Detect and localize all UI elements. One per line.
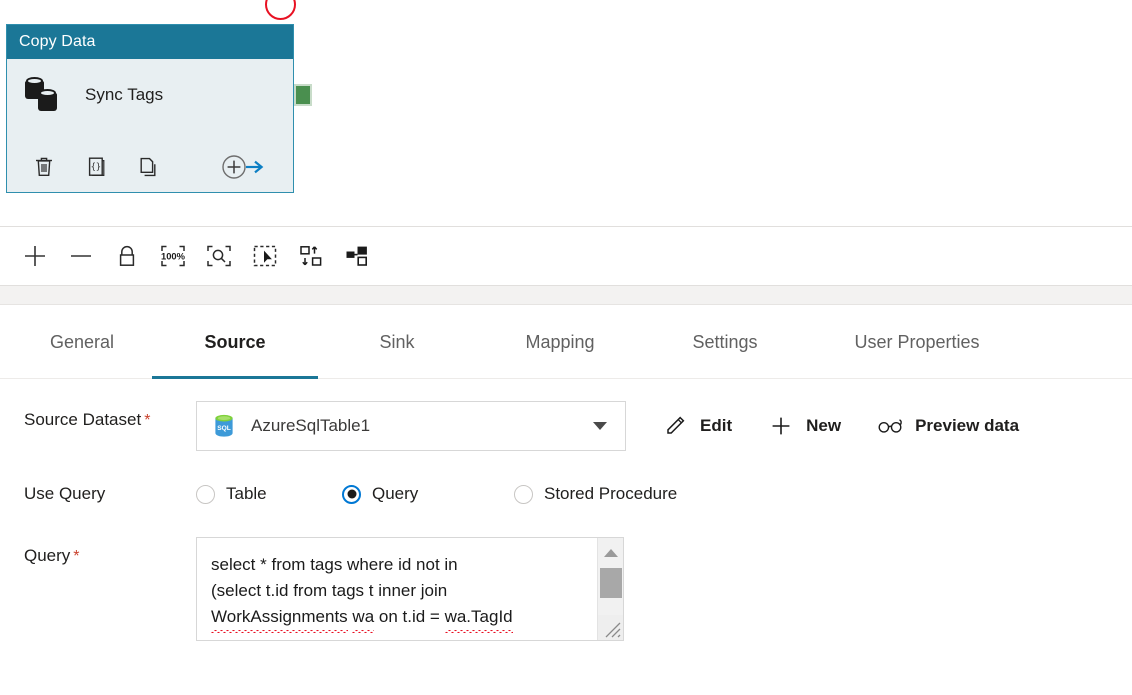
tab-mapping[interactable]: Mapping <box>476 305 644 379</box>
panel-divider <box>0 286 1132 305</box>
svg-text:SQL: SQL <box>217 425 231 432</box>
zoom-out-button[interactable] <box>58 234 104 278</box>
tab-sink[interactable]: Sink <box>318 305 476 379</box>
source-form: Source Dataset * SQL AzureSqlTable1 Edit… <box>0 379 1132 641</box>
activity-body: Sync Tags {} <box>7 59 293 192</box>
source-dataset-dropdown[interactable]: SQL AzureSqlTable1 <box>196 401 626 451</box>
select-all-button[interactable] <box>242 234 288 278</box>
query-label: Query * <box>0 537 196 576</box>
clone-activity-button[interactable] <box>131 152 165 182</box>
use-query-row: Use Query Table Query Stored Procedure <box>0 475 1132 513</box>
preview-data-button[interactable]: Preview data <box>877 401 1019 451</box>
scrollbar-thumb[interactable] <box>599 568 622 598</box>
tab-source[interactable]: Source <box>152 305 318 379</box>
query-row: Query * select * from tags where id not i… <box>0 537 1132 641</box>
radio-label-query: Query <box>372 484 419 503</box>
activity-properties-panel: General Source Sink Mapping Settings Use… <box>0 286 1132 695</box>
query-line-3-alias: wa <box>352 604 374 633</box>
radio-option-table[interactable]: Table <box>196 484 342 504</box>
query-label-text: Query <box>24 546 71 565</box>
canvas-zoom-toolbar: 100% <box>0 226 1132 286</box>
activity-type-label: Copy Data <box>7 25 293 59</box>
activity-success-output-connector[interactable] <box>294 84 312 106</box>
query-line-3-table: WorkAssignments <box>211 604 348 633</box>
source-dataset-label: Source Dataset * <box>0 401 196 440</box>
new-dataset-label: New <box>806 416 842 435</box>
scroll-up-arrow-icon[interactable] <box>598 542 623 564</box>
properties-tabstrip: General Source Sink Mapping Settings Use… <box>0 305 1132 379</box>
tab-settings[interactable]: Settings <box>644 305 806 379</box>
radio-mark-table <box>196 484 215 504</box>
source-dataset-row: Source Dataset * SQL AzureSqlTable1 Edit… <box>0 401 1132 451</box>
validation-error-circle-icon <box>265 0 296 20</box>
tab-general[interactable]: General <box>12 305 152 379</box>
glasses-icon <box>877 413 903 439</box>
query-textarea[interactable]: select * from tags where id not in (sele… <box>196 537 624 641</box>
copy-data-databases-icon <box>25 77 65 113</box>
radio-option-query[interactable]: Query <box>342 484 514 504</box>
activity-title-row: Sync Tags <box>7 59 293 113</box>
query-line-3-mid: on t.id = <box>374 607 445 626</box>
edit-dataset-button[interactable]: Edit <box>662 401 732 451</box>
radio-mark-stored-procedure <box>514 484 533 504</box>
plus-icon <box>768 413 794 439</box>
zoom-in-button[interactable] <box>12 234 58 278</box>
use-query-label: Use Query <box>24 484 106 503</box>
chevron-down-icon <box>593 422 607 430</box>
query-line-3-column: wa.TagId <box>444 604 513 633</box>
query-text-content[interactable]: select * from tags where id not in (sele… <box>197 538 611 633</box>
add-output-button[interactable] <box>219 152 271 182</box>
activity-action-bar: {} <box>7 152 293 182</box>
zoom-to-fit-button[interactable] <box>196 234 242 278</box>
svg-text:100%: 100% <box>161 251 186 262</box>
auto-align-button[interactable] <box>288 234 334 278</box>
activity-name: Sync Tags <box>85 85 164 104</box>
radio-label-stored-procedure: Stored Procedure <box>544 484 678 503</box>
zoom-to-100-button[interactable]: 100% <box>150 234 196 278</box>
pencil-icon <box>662 413 688 439</box>
show-related-button[interactable] <box>334 234 380 278</box>
radio-option-stored-procedure[interactable]: Stored Procedure <box>514 484 677 504</box>
new-dataset-button[interactable]: New <box>768 401 841 451</box>
query-line-2: (select t.id from tags t inner join <box>211 581 452 600</box>
query-line-1: select * from tags where id not in <box>211 555 458 574</box>
use-query-radio-group: Table Query Stored Procedure <box>196 475 677 513</box>
svg-text:{}: {} <box>91 163 101 173</box>
required-marker-query: * <box>73 548 80 565</box>
source-dataset-value: AzureSqlTable1 <box>251 416 371 435</box>
pipeline-canvas[interactable]: Copy Data Sync Tags {} <box>0 0 1132 226</box>
delete-activity-button[interactable] <box>27 152 61 182</box>
tab-user-properties[interactable]: User Properties <box>806 305 1028 379</box>
radio-label-table: Table <box>226 484 267 503</box>
azure-sql-table-icon: SQL <box>213 413 235 439</box>
activity-code-button[interactable]: {} <box>79 152 113 182</box>
lock-canvas-button[interactable] <box>104 234 150 278</box>
resize-grip-icon[interactable] <box>598 615 623 640</box>
edit-dataset-label: Edit <box>700 416 733 435</box>
required-marker: * <box>144 412 151 429</box>
source-dataset-label-text: Source Dataset <box>24 410 142 429</box>
radio-mark-query <box>342 484 361 504</box>
preview-data-label: Preview data <box>915 416 1020 435</box>
activity-node-copy-data[interactable]: Copy Data Sync Tags {} <box>6 24 294 193</box>
